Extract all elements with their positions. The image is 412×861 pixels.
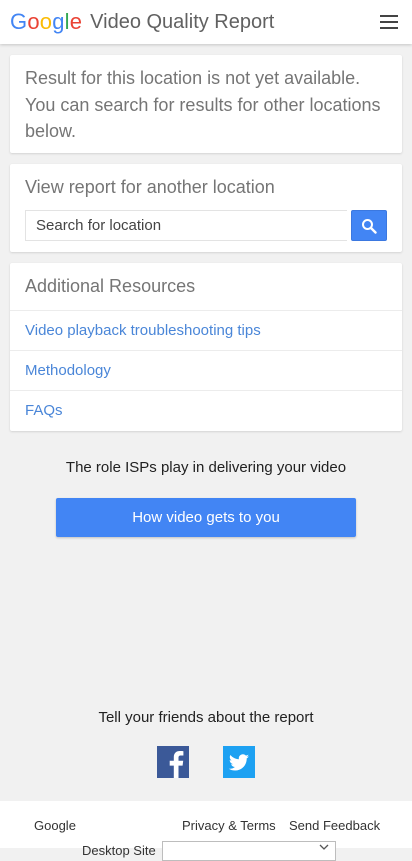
resources-card-title: Additional Resources — [25, 276, 196, 296]
facebook-icon — [169, 751, 184, 778]
twitter-share-button[interactable] — [223, 746, 255, 778]
logo-letter: e — [69, 9, 83, 34]
logo-letter: o — [39, 9, 53, 34]
facebook-share-button[interactable] — [157, 746, 189, 778]
search-icon — [362, 218, 377, 234]
menu-bar — [380, 15, 398, 17]
search-button[interactable] — [351, 210, 387, 241]
search-card: View report for another location — [10, 164, 402, 252]
status-card: Result for this location is not yet avai… — [10, 55, 402, 153]
footer-privacy-terms-link[interactable]: Privacy & Terms — [182, 818, 276, 833]
share-prompt-text: Tell your friends about the report — [98, 709, 314, 726]
footer-send-feedback-link[interactable]: Send Feedback — [289, 818, 380, 833]
hamburger-menu-icon[interactable] — [380, 14, 400, 30]
status-message: Result for this location is not yet avai… — [25, 68, 381, 141]
twitter-icon — [228, 754, 249, 771]
desktop-site-link[interactable]: Desktop Site — [82, 843, 156, 858]
search-card-title: View report for another location — [25, 177, 275, 197]
chevron-down-icon — [319, 844, 329, 850]
isp-role-text: The role ISPs play in delivering your vi… — [65, 459, 347, 476]
google-logo[interactable]: G o o g l e — [10, 11, 82, 33]
logo-letter: G — [10, 9, 28, 34]
resources-card: Additional Resources Video playback trou… — [10, 263, 402, 431]
how-video-gets-to-you-button[interactable]: How video gets to you — [56, 498, 356, 537]
app-header: G o o g l e Video Quality Report — [0, 0, 412, 44]
menu-bar — [380, 27, 398, 29]
link-faqs[interactable]: FAQs — [10, 390, 402, 430]
logo-letter: g — [52, 9, 65, 34]
link-methodology[interactable]: Methodology — [10, 350, 402, 390]
footer-google-link[interactable]: Google — [34, 818, 76, 833]
menu-bar — [380, 21, 398, 23]
link-troubleshooting-tips[interactable]: Video playback troubleshooting tips — [10, 310, 402, 350]
search-input[interactable] — [25, 210, 347, 241]
page-footer: Google Privacy & Terms Send Feedback Des… — [0, 801, 412, 861]
logo-letter: o — [27, 9, 40, 34]
page-title: Video Quality Report — [90, 11, 275, 33]
language-select[interactable] — [162, 841, 336, 861]
